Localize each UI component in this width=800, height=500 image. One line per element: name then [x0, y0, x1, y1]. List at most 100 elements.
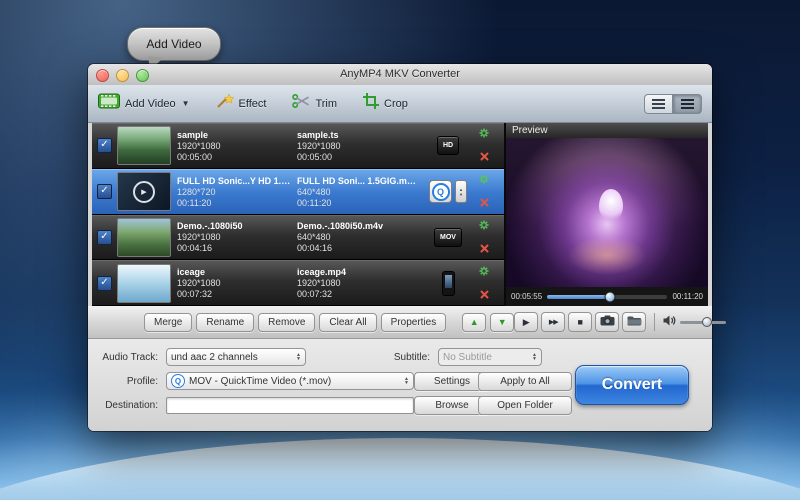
output-resolution: 1920*1080: [297, 278, 417, 289]
stepper-down-icon: ▼: [459, 192, 463, 197]
edit-buttons: Merge Rename Remove Clear All Properties: [144, 313, 446, 332]
output-duration: 00:04:16: [297, 243, 417, 254]
audio-track-select[interactable]: und aac 2 channels ▲▼: [166, 348, 306, 366]
volume-knob[interactable]: [702, 317, 712, 327]
row-checkbox[interactable]: ✓: [97, 276, 112, 291]
source-info: FULL HD Sonic...Y HD 1.5GIG 1280*720 00:…: [177, 175, 291, 209]
source-info: Demo.-.1080i50 1920*1080 00:04:16: [177, 220, 291, 254]
crop-label: Crop: [384, 98, 408, 110]
preview-video: [506, 138, 708, 287]
device-screen: [445, 275, 452, 288]
output-duration: 00:11:20: [297, 198, 417, 209]
row-checkbox[interactable]: ✓: [97, 138, 112, 153]
zoom-button[interactable]: [136, 69, 149, 82]
row-remove-x-icon[interactable]: [480, 286, 489, 304]
file-name: iceage: [177, 266, 291, 278]
file-resolution: 1920*1080: [177, 141, 291, 152]
effect-button[interactable]: Effect: [216, 93, 267, 114]
current-time: 00:05:55: [511, 292, 542, 301]
output-duration: 00:07:32: [297, 289, 417, 300]
file-resolution: 1920*1080: [177, 232, 291, 243]
output-name: Demo.-.1080i50.m4v: [297, 220, 417, 232]
apply-to-all-button[interactable]: Apply to All: [478, 372, 572, 391]
rename-button[interactable]: Rename: [196, 313, 254, 332]
desktop-background: Add Video AnyMP4 MKV Converter Add Video…: [0, 0, 800, 500]
volume-control: [663, 313, 726, 331]
tooltip-label: Add Video: [146, 37, 201, 51]
destination-input[interactable]: [166, 397, 414, 414]
snapshot-button[interactable]: [595, 312, 619, 332]
list-view-icon: [652, 99, 665, 109]
output-resolution: 640*480: [297, 187, 417, 198]
popup-arrows-icon: ▲▼: [292, 353, 301, 361]
file-row[interactable]: ✓ iceage 1920*1080 00:07:32 iceage.mp4 1…: [92, 260, 504, 306]
move-up-button[interactable]: ▲: [462, 313, 486, 332]
fast-forward-button[interactable]: ▶▶: [541, 312, 565, 332]
output-info: Demo.-.1080i50.m4v 640*480 00:04:16: [297, 220, 417, 254]
minimize-button[interactable]: [116, 69, 129, 82]
seek-slider[interactable]: [547, 295, 667, 299]
file-duration: 00:05:00: [177, 152, 291, 163]
row-settings-gear-icon[interactable]: [479, 217, 489, 235]
video-thumbnail: [117, 126, 171, 165]
file-row[interactable]: ✓ Demo.-.1080i50 1920*1080 00:04:16 Demo…: [92, 215, 504, 261]
row-settings-gear-icon[interactable]: [479, 125, 489, 143]
remove-button[interactable]: Remove: [258, 313, 315, 332]
profile-select[interactable]: Q MOV - QuickTime Video (*.mov) ▲▼: [166, 372, 414, 390]
total-time: 00:11:20: [672, 292, 703, 301]
window-titlebar[interactable]: AnyMP4 MKV Converter: [88, 64, 712, 86]
video-thumbnail: ▶: [117, 172, 171, 211]
subtitle-select[interactable]: No Subtitle ▲▼: [438, 348, 542, 366]
check-icon: ✓: [100, 277, 108, 288]
fast-forward-icon: ▶▶: [549, 318, 558, 326]
merge-button[interactable]: Merge: [144, 313, 192, 332]
trim-label: Trim: [315, 98, 337, 110]
add-video-button[interactable]: Add Video ▼: [98, 93, 190, 114]
earth-horizon: [0, 438, 800, 500]
clear-all-button[interactable]: Clear All: [319, 313, 376, 332]
file-row[interactable]: ✓ sample 1920*1080 00:05:00 sample.ts 19…: [92, 123, 504, 169]
magic-wand-icon: [216, 93, 234, 114]
file-row-selected[interactable]: ✓ ▶ FULL HD Sonic...Y HD 1.5GIG 1280*720…: [92, 169, 504, 215]
output-info: FULL HD Soni... 1.5GIG.mov 640*480 00:11…: [297, 175, 417, 209]
crop-button[interactable]: Crop: [363, 93, 408, 114]
view-toggle-group: [644, 94, 702, 114]
row-settings-gear-icon[interactable]: [479, 171, 489, 189]
convert-button[interactable]: Convert: [575, 365, 689, 405]
close-button[interactable]: [96, 69, 109, 82]
row-icons: [475, 171, 493, 212]
format-cell: HD: [423, 136, 473, 155]
format-stepper[interactable]: ▲ ▼: [455, 180, 467, 203]
detail-view-button[interactable]: [673, 94, 702, 114]
properties-button[interactable]: Properties: [381, 313, 447, 332]
file-name: FULL HD Sonic...Y HD 1.5GIG: [177, 175, 291, 187]
row-remove-x-icon[interactable]: [480, 148, 489, 166]
detail-view-icon: [681, 99, 694, 109]
row-remove-x-icon[interactable]: [480, 194, 489, 212]
format-cell: Q ▲ ▼: [423, 180, 473, 203]
move-down-button[interactable]: ▼: [490, 313, 514, 332]
list-view-button[interactable]: [644, 94, 673, 114]
preview-panel: Preview 00:05:55 00:11:20: [506, 123, 708, 306]
play-button[interactable]: ▶: [514, 312, 538, 332]
output-resolution: 1920*1080: [297, 141, 417, 152]
output-info: sample.ts 1920*1080 00:05:00: [297, 129, 417, 163]
profile-value: MOV - QuickTime Video (*.mov): [189, 376, 331, 387]
seek-knob[interactable]: [604, 291, 615, 302]
folder-icon: [627, 313, 642, 331]
trim-button[interactable]: Trim: [292, 93, 337, 114]
open-snapshot-folder-button[interactable]: [622, 312, 646, 332]
reorder-buttons: ▲ ▼: [462, 313, 514, 332]
traffic-lights: [96, 69, 149, 82]
subtitle-label: Subtitle:: [384, 352, 430, 363]
open-folder-button[interactable]: Open Folder: [478, 396, 572, 415]
mov-format-badge: MOV: [434, 228, 462, 247]
row-remove-x-icon[interactable]: [480, 240, 489, 258]
stop-button[interactable]: ■: [568, 312, 592, 332]
row-icons: [475, 125, 493, 166]
row-settings-gear-icon[interactable]: [479, 263, 489, 281]
row-checkbox[interactable]: ✓: [97, 184, 112, 199]
format-select-button[interactable]: Q: [429, 180, 452, 203]
volume-slider[interactable]: [680, 321, 726, 324]
row-checkbox[interactable]: ✓: [97, 230, 112, 245]
